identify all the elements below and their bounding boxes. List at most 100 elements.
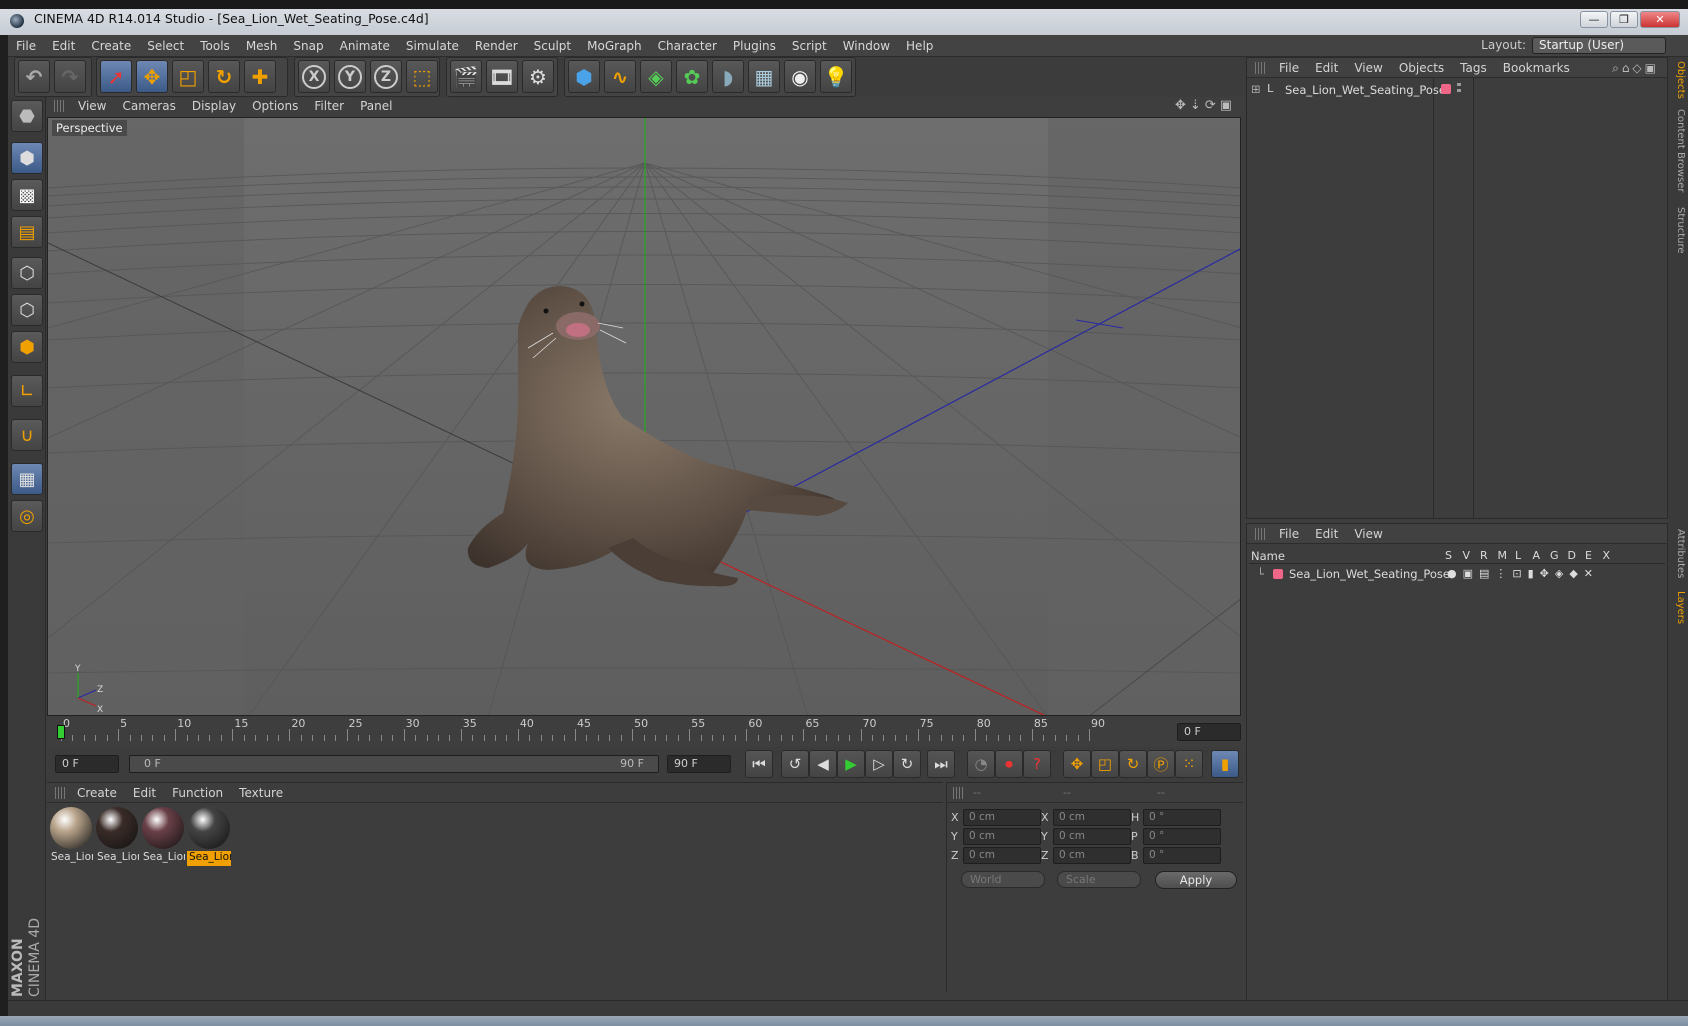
frame-range-slider[interactable]: 0 F 90 F [129, 755, 659, 773]
start-frame-field[interactable]: 0 F [55, 755, 119, 773]
viewport-menu-filter[interactable]: Filter [306, 97, 352, 116]
coord-value-field[interactable]: 0 cm [1053, 809, 1131, 826]
viewport-menu-view[interactable]: View [70, 97, 114, 116]
rotate-icon[interactable]: ↻ [208, 60, 240, 93]
parameter-key-icon[interactable]: Ⓟ [1147, 750, 1175, 778]
layers-menu-edit[interactable]: Edit [1307, 524, 1346, 544]
go-to-end-icon[interactable]: ⏭ [927, 750, 955, 778]
move-icon[interactable]: ✥ [136, 60, 168, 93]
visibility-dots-icon[interactable] [1457, 83, 1461, 95]
material-menu-function[interactable]: Function [164, 783, 231, 803]
x-axis-icon[interactable]: X [298, 60, 330, 93]
y-axis-icon[interactable]: Y [334, 60, 366, 93]
object-name[interactable]: Sea_Lion_Wet_Seating_Pose [1285, 83, 1446, 97]
material-swatch-selected[interactable]: Sea_Lion [187, 807, 231, 869]
panel-grip-icon[interactable] [55, 787, 67, 799]
objects-menu-view[interactable]: View [1346, 58, 1390, 78]
menu-animate[interactable]: Animate [332, 35, 398, 57]
position-key-icon[interactable]: ✥ [1063, 750, 1091, 778]
tab-structure[interactable]: Structure [1670, 207, 1686, 254]
column-name[interactable]: Name [1251, 549, 1285, 563]
menu-plugins[interactable]: Plugins [725, 35, 784, 57]
next-key-icon[interactable]: ↻ [893, 750, 921, 778]
locked-workplane-icon[interactable]: ▦ [11, 463, 43, 495]
play-icon[interactable]: ▶ [837, 750, 865, 778]
viewport-menu-panel[interactable]: Panel [352, 97, 400, 116]
layer-column-l[interactable]: L [1515, 549, 1521, 562]
perspective-viewport[interactable]: Y Z X Perspective [47, 117, 1241, 716]
layer-column-g[interactable]: G [1550, 549, 1559, 562]
next-frame-icon[interactable]: ▷ [865, 750, 893, 778]
coord-value-field[interactable]: 0 cm [1053, 847, 1131, 864]
objects-menu-file[interactable]: File [1271, 58, 1307, 78]
render-view-icon[interactable]: 🎬 [450, 60, 482, 93]
close-button[interactable]: ✕ [1640, 11, 1680, 28]
maximize-button[interactable]: ❐ [1610, 11, 1638, 28]
expand-toggle-icon[interactable]: ⊞ [1251, 82, 1261, 96]
tab-attributes[interactable]: Attributes [1670, 529, 1686, 578]
axis-mode-icon[interactable]: ∟ [11, 375, 43, 407]
menu-sculpt[interactable]: Sculpt [526, 35, 579, 57]
z-axis-icon[interactable]: Z [370, 60, 402, 93]
workplane-icon[interactable]: ▤ [11, 216, 43, 248]
layer-column-e[interactable]: E [1585, 549, 1592, 562]
coord-value-field[interactable]: 0 cm [963, 828, 1041, 845]
redo-icon[interactable]: ↷ [54, 60, 86, 93]
spline-icon[interactable]: ∿ [604, 60, 636, 93]
coord-value-field[interactable]: 0 ° [1143, 809, 1221, 826]
minimize-button[interactable]: — [1580, 11, 1608, 28]
panel-grip-icon[interactable] [1255, 528, 1267, 540]
menu-script[interactable]: Script [784, 35, 835, 57]
coord-value-field[interactable]: 0 cm [963, 847, 1041, 864]
previous-key-icon[interactable]: ↺ [781, 750, 809, 778]
timeline-window-icon[interactable]: ▮ [1211, 750, 1239, 778]
menu-tools[interactable]: Tools [192, 35, 238, 57]
array-icon[interactable]: ✿ [676, 60, 708, 93]
current-frame-field[interactable]: 0 F [1177, 723, 1241, 741]
layer-column-d[interactable]: D [1568, 549, 1576, 562]
coord-value-field[interactable]: 0 cm [1053, 828, 1131, 845]
layer-column-m[interactable]: M [1498, 549, 1508, 562]
material-swatch[interactable]: Sea_Lion [95, 807, 139, 869]
layer-color-tag[interactable] [1441, 84, 1451, 94]
layer-color-swatch[interactable] [1273, 569, 1283, 579]
nurbs-icon[interactable]: ◈ [640, 60, 672, 93]
undo-icon[interactable]: ↶ [18, 60, 50, 93]
tab-layers[interactable]: Layers [1670, 591, 1686, 624]
menu-help[interactable]: Help [898, 35, 941, 57]
layout-dropdown[interactable]: Startup (User) [1532, 37, 1666, 54]
floor-icon[interactable]: ▦ [748, 60, 780, 93]
menu-create[interactable]: Create [83, 35, 139, 57]
material-menu-texture[interactable]: Texture [231, 783, 291, 803]
layer-column-a[interactable]: A [1533, 549, 1541, 562]
last-tool-icon[interactable]: ✚ [244, 60, 276, 93]
objects-menu-bookmarks[interactable]: Bookmarks [1495, 58, 1578, 78]
camera-icon[interactable]: ◉ [784, 60, 816, 93]
coord-value-field[interactable]: 0 ° [1143, 847, 1221, 864]
rotation-key-icon[interactable]: ↻ [1119, 750, 1147, 778]
menu-mesh[interactable]: Mesh [238, 35, 286, 57]
magnet-icon[interactable]: ∪ [11, 419, 43, 451]
record-keys-icon[interactable]: ◔ [967, 750, 995, 778]
texture-mode-icon[interactable]: ▩ [11, 179, 43, 211]
material-swatch[interactable]: Sea_Lion [141, 807, 185, 869]
edges-mode-icon[interactable]: ⬡ [11, 294, 43, 326]
layer-flag-icons[interactable]: ●▣▤⋮⊡▮✥◈◆✕ [1447, 567, 1599, 580]
material-menu-edit[interactable]: Edit [125, 783, 164, 803]
panel-grip-icon[interactable] [1255, 62, 1267, 74]
menu-window[interactable]: Window [835, 35, 898, 57]
layers-menu-view[interactable]: View [1346, 524, 1390, 544]
coord-value-field[interactable]: 0 ° [1143, 828, 1221, 845]
apply-button[interactable]: Apply [1155, 871, 1237, 889]
previous-frame-icon[interactable]: ◀ [809, 750, 837, 778]
material-menu-create[interactable]: Create [69, 783, 125, 803]
render-picture-viewer-icon[interactable]: 🎞 [486, 60, 518, 93]
panel-grip-icon[interactable] [953, 787, 965, 799]
auto-keying-icon[interactable]: ⏺ [995, 750, 1023, 778]
light-icon[interactable]: 💡 [820, 60, 852, 93]
viewport-menu-cameras[interactable]: Cameras [114, 97, 183, 116]
scale-mode-dropdown[interactable]: Scale [1057, 871, 1141, 888]
playhead[interactable] [57, 725, 65, 739]
tab-objects[interactable]: Objects [1670, 61, 1686, 99]
menu-select[interactable]: Select [139, 35, 192, 57]
